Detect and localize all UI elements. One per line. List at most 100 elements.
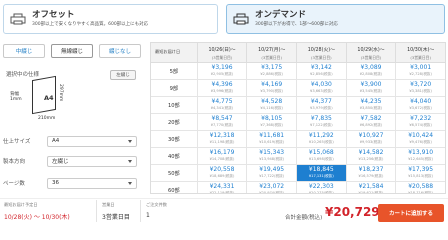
price-cell[interactable]: ¥4,775 ¥4,341(税抜) [196,97,247,113]
price-incl-tax: ¥20,558 [209,166,235,173]
price-cell[interactable]: ¥4,030 ¥3,663(税抜) [296,80,346,96]
price-cell[interactable]: ¥3,720 ¥3,381(税抜) [395,80,445,96]
price-excl-tax: ¥3,545(税抜) [359,89,383,93]
price-incl-tax: ¥3,175 [261,64,283,71]
binding-direction-label: 製本方向 [3,159,26,165]
price-cell[interactable]: ¥18,845 ¥17,131(税抜) [296,165,346,181]
price-cell[interactable]: ¥19,495 ¥17,722(税抜) [246,165,296,181]
price-incl-tax: ¥21,584 [358,183,384,190]
price-cell[interactable]: ¥7,232 ¥6,574(税抜) [395,114,445,130]
price-cell[interactable]: ¥23,072 ¥20,974(税抜) [246,182,296,193]
price-cell[interactable]: ¥3,089 ¥2,808(税抜) [345,63,396,79]
count-value: 1 [146,212,150,219]
ondemand-title: オンデマンド [255,10,307,20]
ondemand-desc: 300部以下がお得で、1部〜600部に対応 [255,21,338,27]
price-excl-tax: ¥6,892(税抜) [359,123,383,127]
quantity-cell: 50部 [167,170,180,177]
binding-saddle-button[interactable]: 中綴じ [3,44,45,58]
price-cell[interactable]: ¥24,331 ¥22,119(税抜) [196,182,247,193]
binding-none-button[interactable]: 綴じなし [99,44,141,58]
binding-direction-value: 左綴じ [52,159,69,165]
price-excl-tax: ¥3,850(税抜) [359,106,383,110]
price-cell[interactable]: ¥3,175 ¥2,886(税抜) [246,63,296,79]
price-incl-tax: ¥11,681 [259,132,285,139]
count-label: ご注文件数 [146,202,167,207]
price-excl-tax: ¥2,905(税抜) [210,72,234,76]
quantity-cell: 30部 [167,136,180,143]
finish-size-label: 仕上サイズ [3,139,31,145]
price-excl-tax: ¥13,698(税抜) [308,157,334,161]
price-cell[interactable]: ¥4,235 ¥3,850(税抜) [345,97,396,113]
price-cell[interactable]: ¥11,292 ¥10,265(税抜) [296,131,346,147]
binding-direction-select[interactable]: 左綴じ [47,155,137,167]
corner-label: 最短お届け日 [155,49,181,54]
price-cell[interactable]: ¥7,582 ¥6,892(税抜) [345,114,396,130]
price-cell[interactable]: ¥15,343 ¥13,948(税抜) [246,148,296,164]
price-cell[interactable]: ¥16,179 ¥14,708(税抜) [196,148,247,164]
divider [140,200,141,222]
print-order-page: オフセット 300部以上で安くなりやすく高品質。600部以上にも対応 オンデマン… [0,0,448,240]
price-cell[interactable]: ¥3,900 ¥3,545(税抜) [345,80,396,96]
total-price: ¥20,729 [325,205,380,219]
price-cell[interactable]: ¥3,001 ¥2,728(税抜) [395,63,445,79]
add-to-cart-button[interactable]: カートに追加する [378,204,444,222]
price-excl-tax: ¥3,979(税抜) [310,106,333,110]
price-incl-tax: ¥3,720 [410,81,432,88]
price-incl-tax: ¥15,343 [259,149,285,156]
delivery-label: 最短お届け予定日 [4,202,38,207]
price-cell[interactable]: ¥17,395 ¥15,813(税抜) [395,165,445,181]
price-cell[interactable]: ¥13,910 ¥12,645(税抜) [395,148,445,164]
price-cell[interactable]: ¥8,547 ¥7,770(税抜) [196,114,247,130]
price-excl-tax: ¥19,621(税抜) [358,191,384,194]
table-row: 20部 ¥8,547 ¥7,770(税抜) ¥8,105 ¥7,368(税抜) ¥7,83… [151,114,445,131]
price-incl-tax: ¥4,377 [310,98,332,105]
price-incl-tax: ¥15,068 [308,149,334,156]
price-cell[interactable]: ¥12,318 ¥11,198(税抜) [196,131,247,147]
price-cell[interactable]: ¥20,558 ¥18,689(税抜) [196,165,247,181]
price-incl-tax: ¥8,547 [211,115,233,122]
finish-size-select[interactable]: A4 [47,135,137,147]
price-cell[interactable]: ¥21,584 ¥19,621(税抜) [345,182,396,194]
price-excl-tax: ¥4,116(税抜) [260,106,283,110]
page-count-select[interactable]: 36 [47,177,137,189]
chevron-down-icon [128,181,132,185]
table-row: 50部 ¥20,558 ¥18,689(税抜) ¥19,495 ¥17,722(税抜) ¥… [151,165,445,182]
binding-direction-row: 製本方向 左綴じ [3,155,141,167]
price-cell[interactable]: ¥4,169 ¥3,790(税抜) [246,80,296,96]
table-row: 5部 ¥3,196 ¥2,905(税抜) ¥3,175 ¥2,886(税抜) ¥3,142… [151,63,445,80]
price-cell[interactable]: ¥20,588 ¥18,716(税抜) [395,182,445,193]
price-excl-tax: ¥3,996(税抜) [210,89,234,93]
price-cell[interactable]: ¥8,105 ¥7,368(税抜) [246,114,296,130]
price-cell[interactable]: ¥10,927 ¥9,933(税抜) [345,131,396,147]
quantity-cell: 40部 [167,153,180,160]
price-cell[interactable]: ¥22,303 ¥20,275(税抜) [296,182,346,193]
price-cell[interactable]: ¥18,237 ¥16,579(税抜) [345,165,396,181]
price-incl-tax: ¥12,318 [209,132,235,139]
price-cell[interactable]: ¥7,835 ¥7,122(税抜) [296,114,346,130]
price-cell[interactable]: ¥14,582 ¥13,256(税抜) [345,148,396,164]
price-excl-tax: ¥17,722(税抜) [259,174,285,178]
price-cell[interactable]: ¥15,068 ¥13,698(税抜) [296,148,346,164]
binding-perfect-button[interactable]: 無線綴じ [51,44,93,58]
ondemand-method-card[interactable]: オンデマンド 300部以下がお得で、1部〜600部に対応 [226,4,445,34]
price-excl-tax: ¥7,368(税抜) [260,123,283,127]
price-incl-tax: ¥18,845 [308,166,334,173]
offset-method-card[interactable]: オフセット 300部以上で安くなりやすく高品質。600部以上にも対応 [3,4,218,34]
price-excl-tax: ¥6,574(税抜) [409,123,432,127]
finish-size-row: 仕上サイズ A4 [3,135,141,147]
price-excl-tax: ¥9,933(税抜) [359,140,383,144]
printer-icon [10,13,26,25]
price-cell[interactable]: ¥4,377 ¥3,979(税抜) [296,97,346,113]
price-cell[interactable]: ¥4,040 ¥3,672(税抜) [395,97,445,113]
price-cell[interactable]: ¥4,396 ¥3,996(税抜) [196,80,247,96]
quantity-cell: 20部 [167,119,180,126]
price-cell[interactable]: ¥4,528 ¥4,116(税抜) [246,97,296,113]
price-cell[interactable]: ¥11,681 ¥10,619(税抜) [246,131,296,147]
ship-label: 営業日 [102,202,115,207]
table-row: 9部 ¥4,396 ¥3,996(税抜) ¥4,169 ¥3,790(税抜) ¥4,030… [151,80,445,97]
price-table-header: 最短お届け日 10/26(日)〜 (3営業日目) 10/27(月)〜 (3営業日目)… [151,43,445,63]
price-cell[interactable]: ¥10,424 ¥9,476(税抜) [395,131,445,147]
price-cell[interactable]: ¥3,142 ¥2,856(税抜) [296,63,346,79]
date-column-header: 10/29(水)〜 (3営業日目) [345,43,396,62]
price-cell[interactable]: ¥3,196 ¥2,905(税抜) [196,63,247,79]
